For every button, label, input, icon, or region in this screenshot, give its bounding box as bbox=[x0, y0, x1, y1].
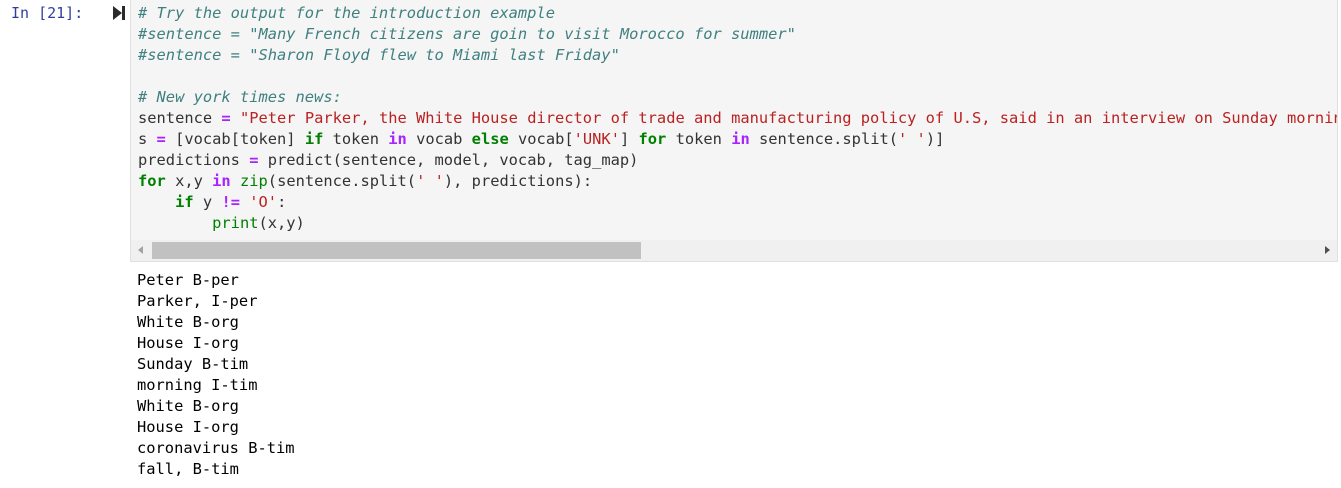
code-token: in bbox=[388, 130, 407, 148]
code-token: sentence.split( bbox=[749, 130, 899, 148]
code-token: vocab bbox=[406, 130, 472, 148]
code-token: in bbox=[731, 130, 750, 148]
code-input-area[interactable]: # Try the output for the introduction ex… bbox=[130, 0, 1338, 262]
code-token: )] bbox=[925, 130, 945, 148]
output-line: House I-org bbox=[137, 334, 239, 352]
code-token: ), predictions): bbox=[443, 172, 593, 190]
code-token: vocab[ bbox=[508, 130, 574, 148]
code-line: #sentence = "Sharon Floyd flew to Miami … bbox=[138, 45, 1337, 66]
code-line: # New york times news: bbox=[138, 87, 1337, 108]
output-line: fall, B-tim bbox=[137, 460, 239, 478]
code-token: = bbox=[221, 109, 231, 127]
output-line: White B-org bbox=[137, 313, 239, 331]
notebook-code-cell: In [21]: # Try the output for the introd… bbox=[0, 0, 1341, 488]
code-token: for bbox=[638, 130, 667, 148]
code-editor[interactable]: # Try the output for the introduction ex… bbox=[138, 3, 1337, 234]
code-line: if y != 'O': bbox=[138, 192, 1337, 213]
output-line: Parker, I-per bbox=[137, 292, 258, 310]
code-token: y bbox=[193, 193, 222, 211]
horizontal-scrollbar[interactable] bbox=[131, 240, 1337, 261]
code-token: sentence bbox=[138, 109, 222, 127]
code-token: [vocab[token] bbox=[165, 130, 305, 148]
output-line: Sunday B-tim bbox=[137, 355, 249, 373]
code-line: #sentence = "Many French citizens are go… bbox=[138, 24, 1337, 45]
code-token: != bbox=[221, 193, 240, 211]
code-line: for x,y in zip(sentence.split(' '), pred… bbox=[138, 171, 1337, 192]
code-line: print(x,y) bbox=[138, 213, 1337, 234]
output-line: coronavirus B-tim bbox=[137, 439, 295, 457]
code-token: in bbox=[212, 172, 231, 190]
code-token: : bbox=[277, 193, 287, 211]
code-token: else bbox=[471, 130, 509, 148]
code-token: if bbox=[304, 130, 324, 148]
code-line: predictions = predict(sentence, model, v… bbox=[138, 150, 1337, 171]
code-token: zip bbox=[239, 172, 268, 190]
scrollbar-thumb[interactable] bbox=[152, 242, 641, 259]
code-token: if bbox=[175, 193, 194, 211]
code-token: for bbox=[138, 172, 166, 190]
code-line: sentence = "Peter Parker, the White Hous… bbox=[138, 108, 1337, 129]
code-token: 'UNK' bbox=[573, 130, 620, 148]
code-token: ' ' bbox=[416, 172, 444, 190]
code-line: # Try the output for the introduction ex… bbox=[138, 3, 1337, 24]
code-token: ' ' bbox=[898, 130, 926, 148]
code-token: (x,y) bbox=[258, 214, 305, 232]
code-token: predict(sentence, model, vocab, tag_map) bbox=[258, 151, 639, 169]
code-token: # New york times news: bbox=[138, 88, 342, 106]
code-token: x,y bbox=[165, 172, 213, 190]
output-line: House I-org bbox=[137, 418, 239, 436]
code-token: = bbox=[156, 130, 166, 148]
code-token: "Peter Parker, the White House director … bbox=[239, 109, 1337, 127]
code-token: (sentence.split( bbox=[267, 172, 417, 190]
code-token: token bbox=[323, 130, 389, 148]
code-token: predictions bbox=[138, 151, 250, 169]
cell-output: Peter B-per Parker, I-per White B-org House… bbox=[137, 270, 295, 480]
code-token: 'O' bbox=[249, 193, 278, 211]
scroll-left-arrow-icon[interactable] bbox=[138, 246, 143, 254]
output-line: morning I-tim bbox=[137, 376, 258, 394]
output-line: White B-org bbox=[137, 397, 239, 415]
scroll-right-arrow-icon[interactable] bbox=[1325, 246, 1330, 254]
code-token: print bbox=[212, 214, 259, 232]
cell-prompt: In [21]: bbox=[11, 4, 84, 22]
code-token: ] bbox=[619, 130, 639, 148]
output-line: Peter B-per bbox=[137, 271, 239, 289]
code-token: s bbox=[138, 130, 157, 148]
code-token: token bbox=[666, 130, 732, 148]
code-line: s = [vocab[token] if token in vocab else… bbox=[138, 129, 1337, 150]
run-cell-icon[interactable] bbox=[112, 6, 126, 20]
code-token: #sentence = "Many French citizens are go… bbox=[138, 25, 796, 43]
code-token: #sentence = "Sharon Floyd flew to Miami … bbox=[138, 46, 620, 64]
code-token: # Try the output for the introduction ex… bbox=[138, 4, 555, 22]
